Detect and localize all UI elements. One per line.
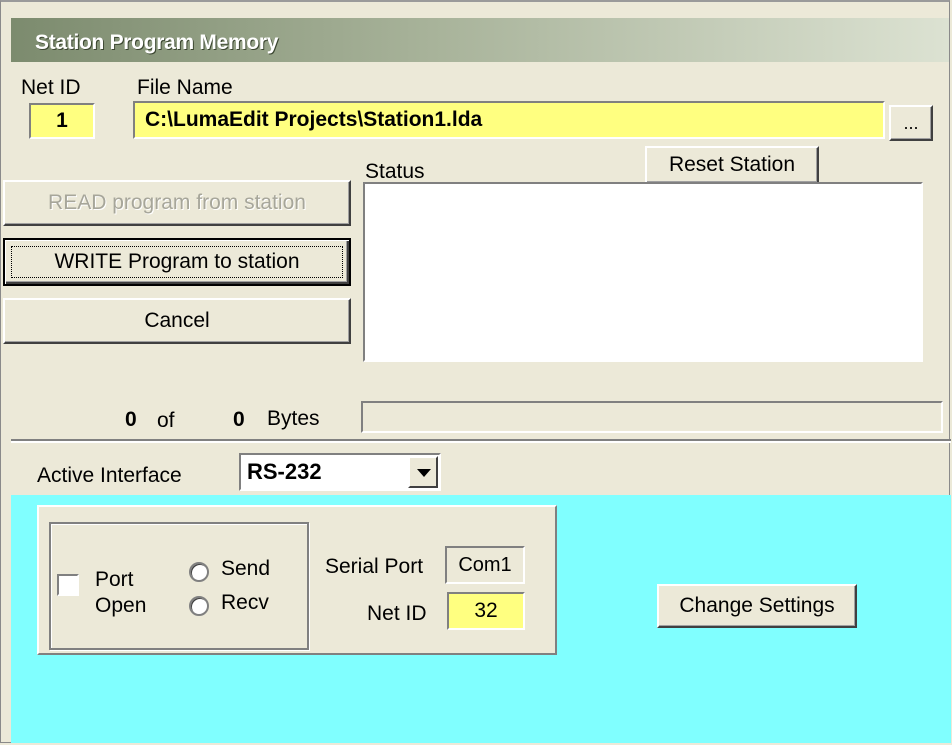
recv-label: Recv <box>221 591 269 614</box>
bytes-label: Bytes <box>267 407 320 430</box>
chevron-down-icon[interactable] <box>408 456 438 488</box>
send-radio[interactable] <box>189 562 209 582</box>
active-interface-value: RS-232 <box>247 459 322 484</box>
port-group-box <box>49 522 309 650</box>
open-label: Open <box>95 594 147 617</box>
status-label: Status <box>365 160 425 183</box>
file-name-input[interactable]: C:\LumaEdit Projects\Station1.lda <box>133 101 885 139</box>
change-settings-button[interactable]: Change Settings <box>657 584 857 628</box>
station-program-memory-window: Station Program Memory Net ID File Name … <box>0 0 951 743</box>
bytes-of-label: of <box>157 409 175 432</box>
window-title: Station Program Memory <box>35 31 279 54</box>
active-interface-label: Active Interface <box>37 464 182 487</box>
file-name-label: File Name <box>137 76 233 99</box>
browse-button[interactable]: ... <box>889 105 933 141</box>
reset-station-button[interactable]: Reset Station <box>645 146 819 184</box>
serial-port-label: Serial Port <box>325 555 424 578</box>
serial-port-field: Com1 <box>445 546 525 584</box>
bytes-current: 0 <box>125 408 137 431</box>
port-open-checkbox[interactable] <box>57 574 79 596</box>
interface-net-id-field[interactable]: 32 <box>447 592 525 630</box>
net-id-field[interactable]: 1 <box>29 103 95 139</box>
recv-radio[interactable] <box>189 596 209 616</box>
active-interface-select[interactable]: RS-232 <box>239 453 441 491</box>
progress-bar <box>361 401 943 433</box>
write-program-label: WRITE Program to station <box>54 250 300 273</box>
cancel-button[interactable]: Cancel <box>3 298 351 344</box>
bytes-total: 0 <box>233 408 245 431</box>
write-program-button[interactable]: WRITE Program to station <box>3 238 351 286</box>
interface-net-id-label: Net ID <box>367 602 427 625</box>
title-bar: Station Program Memory <box>11 18 949 62</box>
port-label: Port <box>95 568 134 591</box>
read-program-button[interactable]: READ program from station <box>3 180 351 226</box>
net-id-label: Net ID <box>21 76 81 99</box>
status-box <box>363 182 923 362</box>
send-label: Send <box>221 557 271 580</box>
section-divider <box>11 439 951 443</box>
